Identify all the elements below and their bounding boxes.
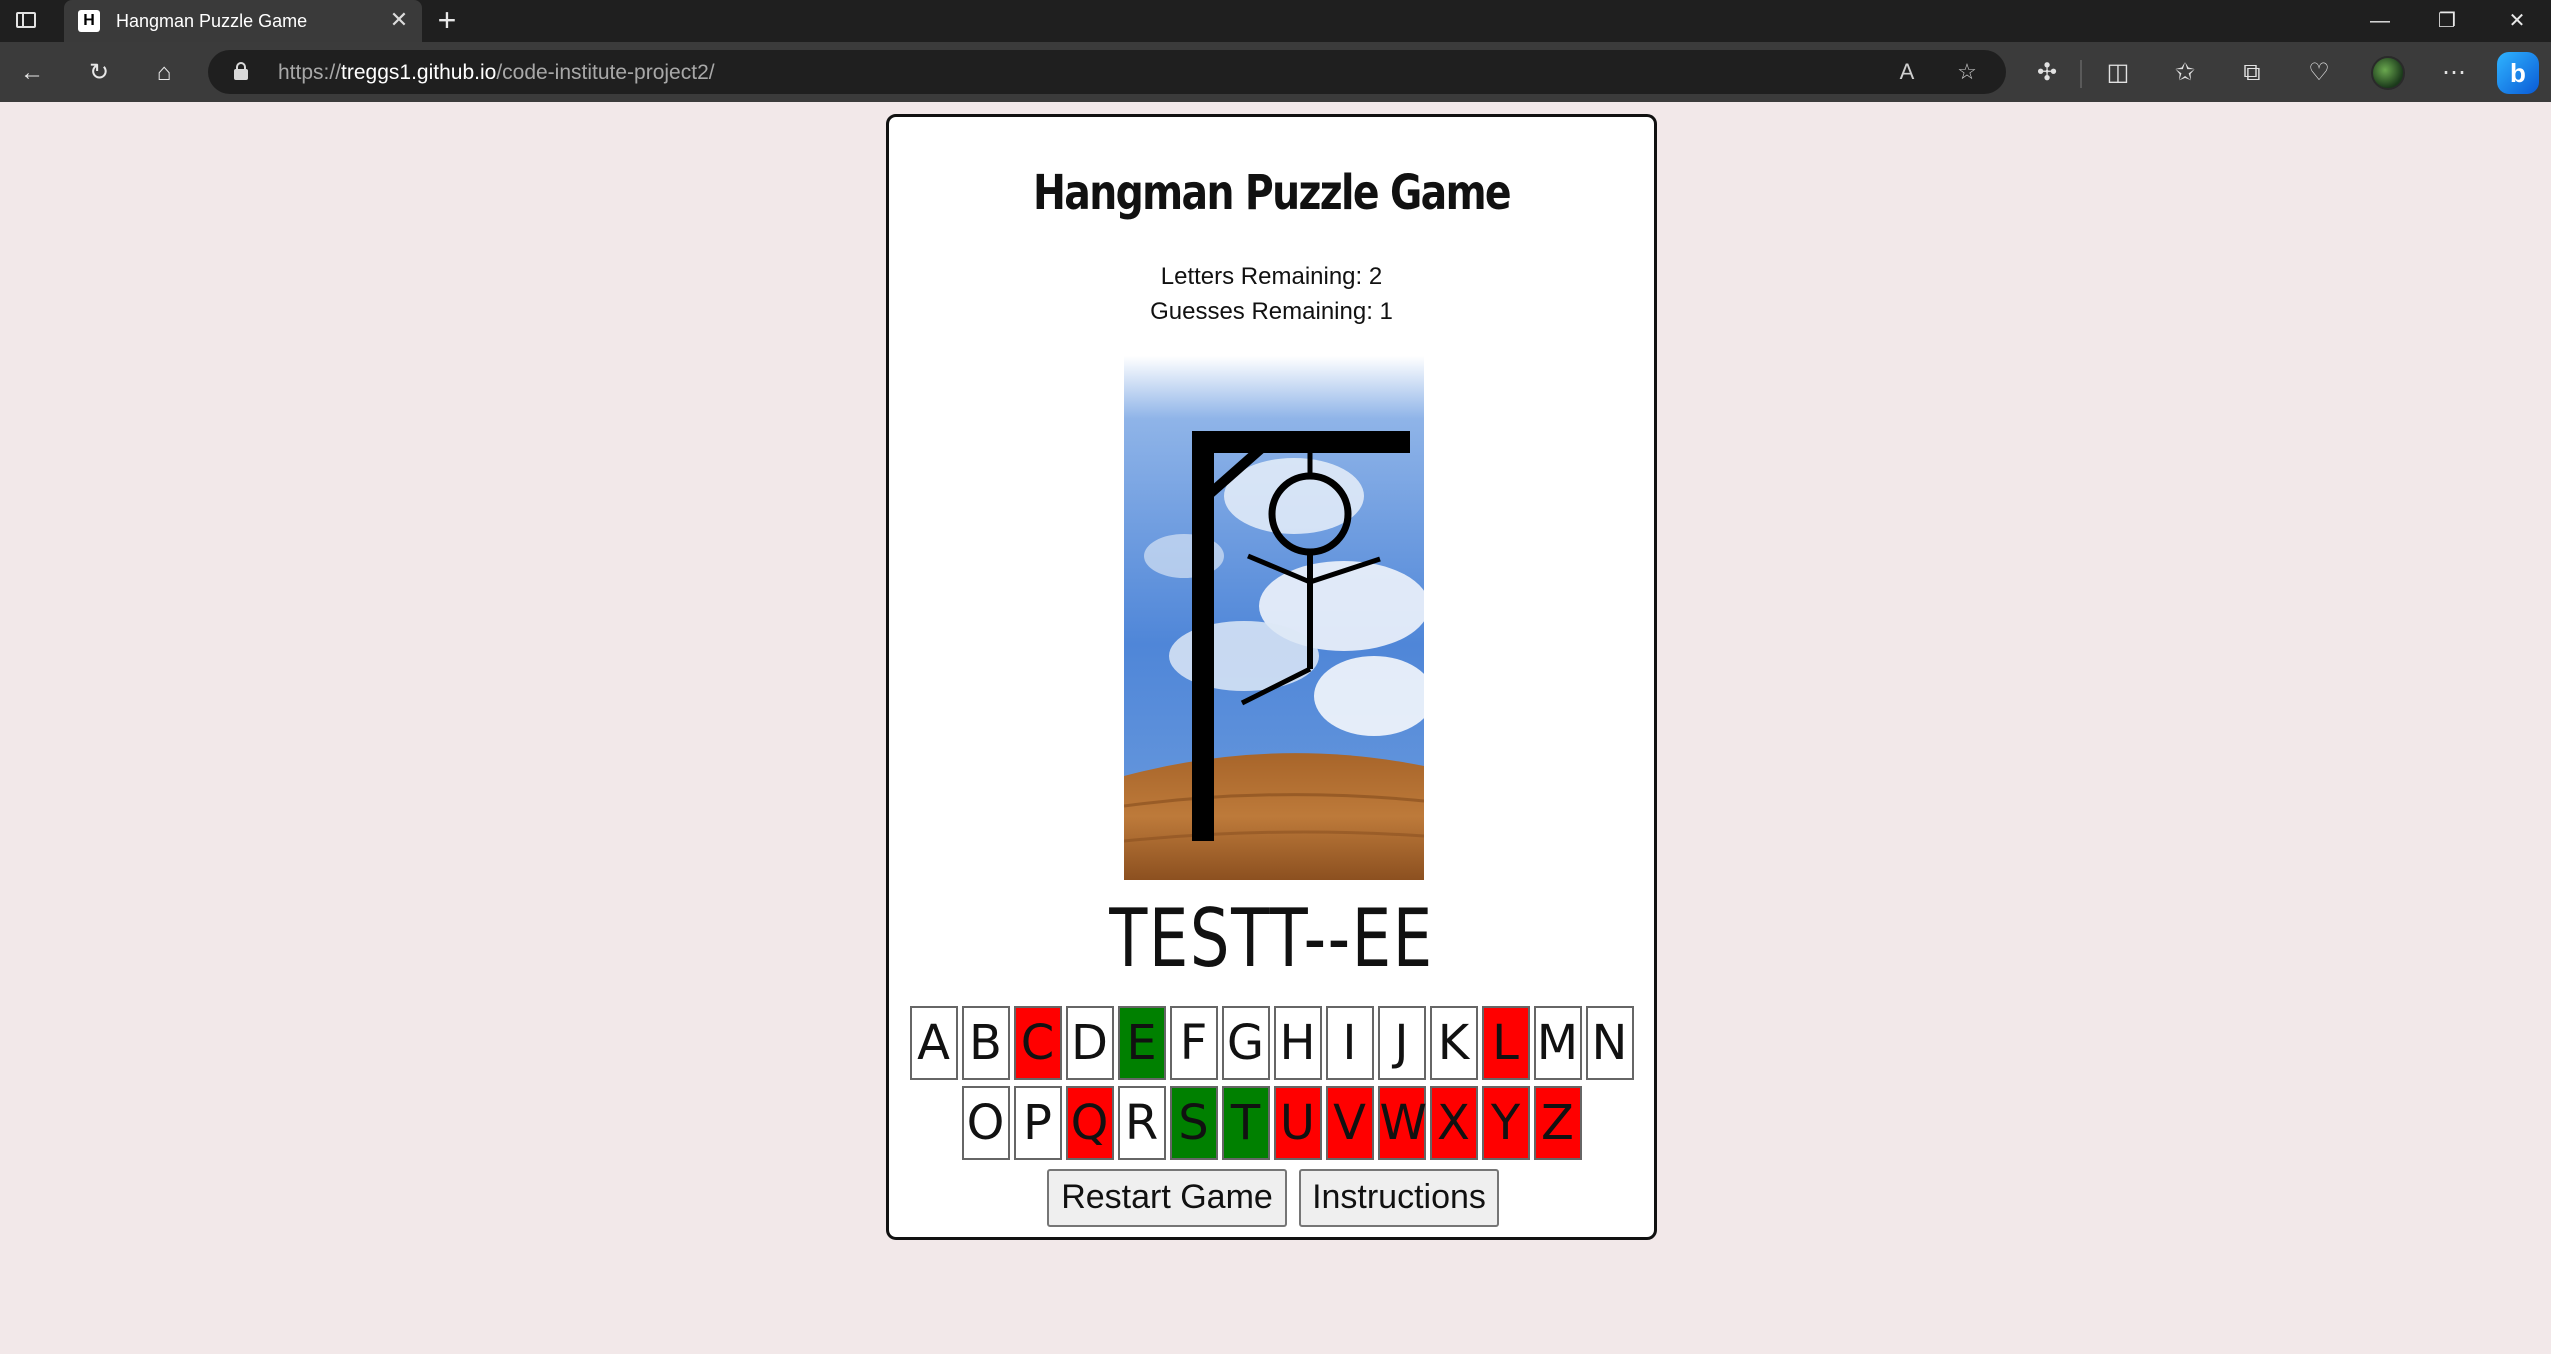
restore-button[interactable]: ❐ <box>2415 0 2479 42</box>
lock-icon[interactable] <box>234 62 248 80</box>
letters-remaining: Letters Remaining: 2 <box>1160 263 1383 290</box>
letter-button-c[interactable]: C <box>1013 1006 1062 1080</box>
letter-button-z[interactable]: Z <box>1533 1086 1582 1160</box>
letter-button-e[interactable]: E <box>1117 1006 1166 1080</box>
letter-button-h[interactable]: H <box>1273 1006 1322 1080</box>
browser-tab[interactable]: H Hangman Puzzle Game ✕ <box>64 0 422 42</box>
guesses-remaining: Guesses Remaining: 1 <box>1150 298 1393 325</box>
address-bar[interactable]: https://treggs1.github.io/code-institute… <box>208 50 2006 94</box>
letter-button-d[interactable]: D <box>1065 1006 1114 1080</box>
letter-button-b[interactable]: B <box>961 1006 1010 1080</box>
url-host: treggs1.github.io <box>341 61 497 84</box>
letter-button-v[interactable]: V <box>1325 1086 1374 1160</box>
game-container: Hangman Puzzle Game Letters Remaining: 2… <box>886 114 1657 1240</box>
letter-button-j[interactable]: J <box>1377 1006 1426 1080</box>
back-icon[interactable]: ← <box>15 56 49 90</box>
minimize-button[interactable]: — <box>2348 0 2412 42</box>
letter-button-w[interactable]: W <box>1377 1086 1427 1160</box>
browser-essentials-icon[interactable]: ♡ <box>2301 55 2337 91</box>
letter-button-f[interactable]: F <box>1169 1006 1218 1080</box>
letter-row-2: OPQRSTUVWXYZ <box>889 1086 1654 1160</box>
letter-button-r[interactable]: R <box>1117 1086 1166 1160</box>
home-icon[interactable]: ⌂ <box>147 56 181 90</box>
tab-close-icon[interactable]: ✕ <box>386 7 412 33</box>
copilot-icon[interactable]: b <box>2497 52 2539 94</box>
toolbar-divider <box>2080 60 2082 88</box>
browser-toolbar: ← ↻ ⌂ https://treggs1.github.io/code-ins… <box>0 42 2551 102</box>
letter-button-m[interactable]: M <box>1533 1006 1582 1080</box>
url-scheme: https:// <box>278 61 342 84</box>
browser-tab-bar: H Hangman Puzzle Game ✕ + — ❐ ✕ <box>0 0 2551 42</box>
tab-actions-icon[interactable] <box>14 9 38 33</box>
letter-button-o[interactable]: O <box>961 1086 1010 1160</box>
letter-button-p[interactable]: P <box>1013 1086 1062 1160</box>
new-tab-button[interactable]: + <box>430 4 464 38</box>
letter-button-q[interactable]: Q <box>1065 1086 1114 1160</box>
url-path: /code-institute-project2/ <box>496 61 715 84</box>
split-screen-icon[interactable]: ◫ <box>2100 55 2136 91</box>
more-icon[interactable]: ⋯ <box>2436 55 2472 91</box>
letter-button-i[interactable]: I <box>1325 1006 1374 1080</box>
word-display: TESTT--EE <box>1109 892 1434 985</box>
extensions-icon[interactable]: ✣ <box>2029 55 2065 91</box>
letter-row-1: ABCDEFGHIJKLMN <box>889 1006 1654 1080</box>
letter-button-y[interactable]: Y <box>1481 1086 1530 1160</box>
favorites-icon[interactable]: ✩ <box>2167 55 2203 91</box>
refresh-icon[interactable]: ↻ <box>82 56 116 90</box>
collections-icon[interactable]: ⧉ <box>2234 55 2270 91</box>
profile-avatar[interactable] <box>2371 56 2405 90</box>
letter-button-u[interactable]: U <box>1273 1086 1322 1160</box>
letter-button-x[interactable]: X <box>1429 1086 1478 1160</box>
favorite-star-icon[interactable]: ☆ <box>1951 56 1983 88</box>
letter-button-n[interactable]: N <box>1585 1006 1634 1080</box>
letter-button-k[interactable]: K <box>1429 1006 1478 1080</box>
favicon-icon: H <box>78 10 100 32</box>
letter-button-a[interactable]: A <box>909 1006 958 1080</box>
url-text[interactable]: https://treggs1.github.io/code-institute… <box>278 61 715 85</box>
instructions-button[interactable]: Instructions <box>1299 1169 1499 1227</box>
window-close-button[interactable]: ✕ <box>2485 0 2549 42</box>
letter-button-g[interactable]: G <box>1221 1006 1270 1080</box>
letter-button-l[interactable]: L <box>1481 1006 1530 1080</box>
read-aloud-icon[interactable]: A <box>1891 56 1923 88</box>
hangman-image <box>1124 356 1424 880</box>
restart-game-button[interactable]: Restart Game <box>1047 1169 1287 1227</box>
tab-title: Hangman Puzzle Game <box>116 11 308 31</box>
letter-button-t[interactable]: T <box>1221 1086 1270 1160</box>
page-title: Hangman Puzzle Game <box>1033 165 1512 221</box>
letter-button-s[interactable]: S <box>1169 1086 1218 1160</box>
